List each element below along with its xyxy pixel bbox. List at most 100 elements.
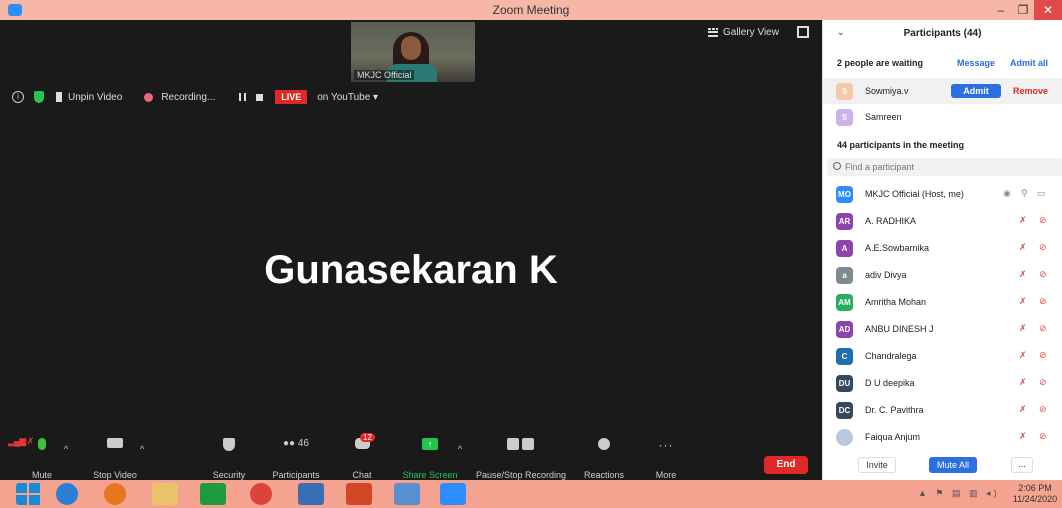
meeting-toolbar: Mute ^ Stop Video ^ Security ●● 46 Parti… — [0, 433, 822, 480]
participant-row[interactable]: AD ANBU DINESH J ✗ ⊘ — [823, 316, 1062, 342]
microphone-muted-icon: ✗ — [1019, 323, 1027, 333]
live-badge: LIVE — [275, 90, 308, 104]
paint-icon[interactable] — [298, 483, 324, 505]
chrome-icon[interactable] — [250, 483, 272, 505]
microphone-icon — [38, 438, 46, 450]
invite-button[interactable]: Invite — [858, 457, 896, 473]
mute-button[interactable]: Mute — [30, 438, 54, 480]
message-waiting-button[interactable]: Message — [957, 58, 995, 68]
panel-title: Participants (44) — [903, 28, 982, 39]
microphone-icon[interactable]: ⚲ — [1021, 188, 1028, 199]
unpin-video-button[interactable]: Unpin Video — [68, 92, 122, 103]
powerpoint-icon[interactable] — [346, 483, 372, 505]
pause-icon[interactable] — [239, 93, 247, 101]
stop-video-button[interactable]: Stop Video — [90, 438, 140, 480]
participant-name: Samreen — [865, 112, 902, 122]
taskbar-clock[interactable]: 2:06 PM 11/24/2020 — [1010, 483, 1060, 505]
participant-row[interactable]: C Chandralega ✗ ⊘ — [823, 343, 1062, 369]
youtube-live-dropdown[interactable]: on YouTube ▾ — [317, 92, 378, 103]
shield-icon[interactable] — [34, 91, 44, 103]
end-meeting-button[interactable]: End — [764, 456, 808, 474]
security-label: Security — [212, 470, 246, 480]
participant-row[interactable]: Faiqua Anjum ✗ ⊘ — [823, 424, 1062, 450]
fullscreen-icon[interactable] — [797, 26, 809, 38]
more-button[interactable]: ··· More — [654, 438, 678, 480]
participants-count: 46 — [297, 438, 309, 449]
minimize-button[interactable]: – — [990, 0, 1012, 20]
video-area: MKJC Official Gallery View i Unpin Video… — [0, 20, 822, 450]
participant-row[interactable]: AR A. RADHIKA ✗ ⊘ — [823, 208, 1062, 234]
camera-off-icon: ⊘ — [1039, 404, 1047, 414]
participants-icon: ●● 46 — [283, 438, 309, 449]
avatar: MO — [836, 186, 853, 203]
waiting-participant-row[interactable]: S Samreen — [823, 104, 1062, 130]
chat-button[interactable]: 12 Chat — [350, 433, 375, 480]
participant-name: Chandralega — [865, 351, 917, 361]
participant-search-input[interactable] — [845, 159, 1055, 175]
video-thumbnail[interactable]: MKJC Official — [351, 22, 475, 82]
avatar: S — [836, 83, 853, 100]
avatar: C — [836, 348, 853, 365]
firefox-icon[interactable] — [104, 483, 126, 505]
stop-icon[interactable] — [256, 93, 264, 101]
info-icon[interactable]: i — [12, 91, 24, 103]
participant-name: Faiqua Anjum — [865, 432, 921, 442]
participant-row[interactable]: DU D U deepika ✗ ⊘ — [823, 370, 1062, 396]
search-icon — [833, 162, 841, 170]
reactions-label: Reactions — [583, 470, 625, 480]
internet-explorer-icon[interactable] — [56, 483, 78, 505]
camera-off-icon: ⊘ — [1039, 269, 1047, 279]
share-screen-button[interactable]: ↑ Share Screen — [402, 438, 458, 480]
participants-button[interactable]: ●● 46 Participants — [270, 438, 322, 480]
participant-row[interactable]: DC Dr. C. Pavithra ✗ ⊘ — [823, 397, 1062, 423]
more-options-button[interactable]: ... — [1011, 457, 1033, 473]
microphone-muted-icon: ✗ — [1019, 350, 1027, 360]
waiting-participant-row[interactable]: S Sowmiya.v Admit Remove — [823, 78, 1062, 104]
close-button[interactable]: ✕ — [1034, 0, 1062, 20]
participant-name: A. RADHIKA — [865, 216, 917, 226]
participant-search[interactable] — [827, 158, 1062, 176]
gallery-view-button[interactable]: Gallery View — [708, 27, 779, 38]
app-icon[interactable] — [394, 483, 420, 505]
video-options-chevron-icon[interactable]: ^ — [140, 444, 144, 454]
camera-icon[interactable]: ▭ — [1037, 188, 1046, 199]
mute-all-button[interactable]: Mute All — [929, 457, 977, 473]
participants-label: Participants — [272, 470, 320, 480]
participant-row-host[interactable]: MO MKJC Official (Host, me) ◉ ⚲ ▭ — [823, 181, 1062, 207]
zoom-taskbar-icon[interactable] — [440, 483, 466, 505]
share-options-chevron-icon[interactable]: ^ — [458, 444, 462, 454]
security-shield-icon — [223, 438, 235, 451]
admit-button[interactable]: Admit — [951, 84, 1001, 98]
pause-stop-recording-button[interactable]: Pause/Stop Recording — [474, 438, 568, 480]
participant-row[interactable]: A A.E.Sowbarnika ✗ ⊘ — [823, 235, 1062, 261]
reactions-button[interactable]: Reactions — [583, 438, 625, 480]
store-icon[interactable] — [200, 483, 226, 505]
windows-start-icon[interactable] — [16, 483, 42, 505]
in-meeting-count-text: 44 participants in the meeting — [837, 140, 965, 150]
security-button[interactable]: Security — [210, 438, 248, 480]
avatar: AR — [836, 213, 853, 230]
waiting-count-text: 2 people are waiting — [837, 58, 924, 68]
windows-taskbar: ▲ ⚑ ▤ ▥ ◂) 2:06 PM 11/24/2020 — [0, 480, 1062, 508]
participant-name: Amritha Mohan — [865, 297, 927, 307]
clock-time: 2:06 PM — [1018, 483, 1052, 493]
window-title: Zoom Meeting — [492, 3, 570, 17]
camera-off-icon: ⊘ — [1039, 377, 1047, 387]
thumbnail-name-label: MKJC Official — [354, 70, 415, 80]
maximize-button[interactable]: ❐ — [1012, 0, 1034, 20]
avatar: S — [836, 109, 853, 126]
participant-name: ANBU DINESH J — [865, 324, 934, 334]
remove-button[interactable]: Remove — [1013, 86, 1048, 96]
system-tray-icons[interactable]: ▲ ⚑ ▤ ▥ ◂) — [918, 488, 1000, 499]
admit-all-button[interactable]: Admit all — [1010, 58, 1048, 68]
person-face — [401, 36, 421, 60]
microphone-muted-icon: ✗ — [1019, 404, 1027, 414]
gallery-view-label: Gallery View — [723, 27, 779, 38]
recording-status: Recording... — [161, 91, 216, 103]
participant-row[interactable]: a adiv Divya ✗ ⊘ — [823, 262, 1062, 288]
file-explorer-icon[interactable] — [152, 483, 178, 505]
audio-options-chevron-icon[interactable]: ^ — [64, 444, 68, 454]
participant-row[interactable]: AM Amritha Mohan ✗ ⊘ — [823, 289, 1062, 315]
share-screen-icon: ↑ — [422, 438, 438, 450]
camera-icon — [107, 438, 123, 448]
